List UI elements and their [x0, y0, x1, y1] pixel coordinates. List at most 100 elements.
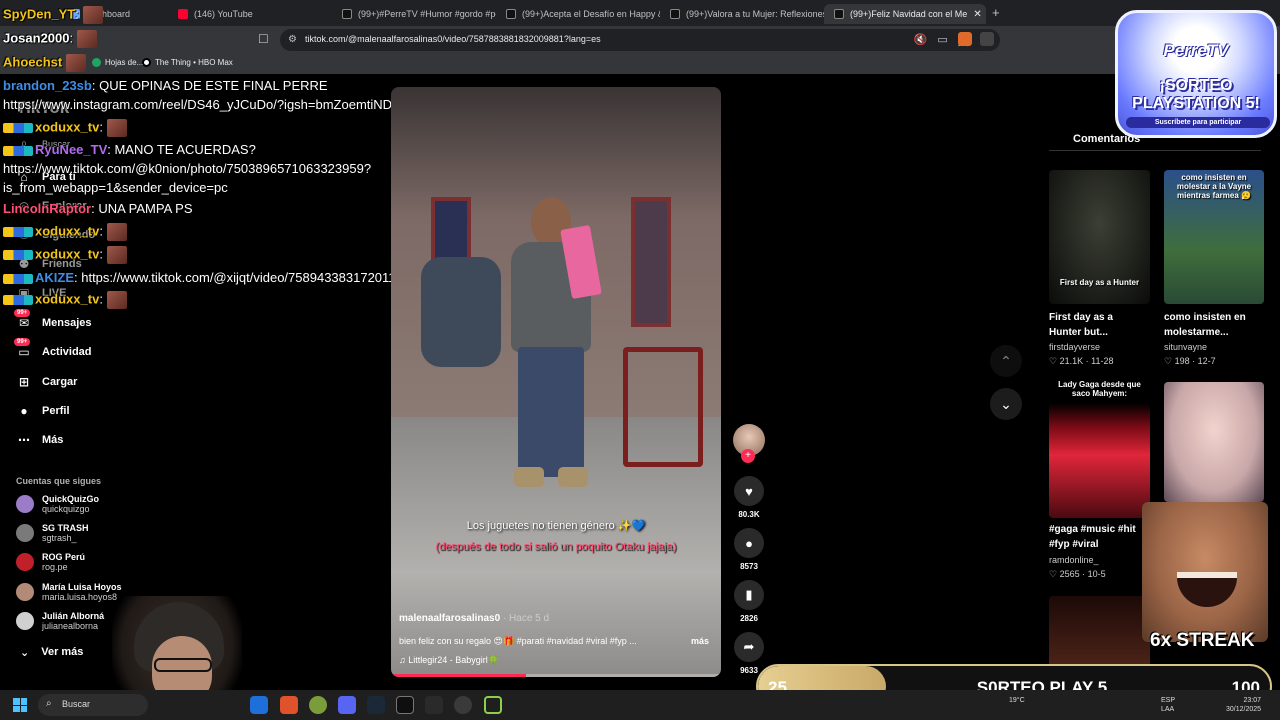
related-video-title[interactable]: como insisten en molestarme...: [1164, 310, 1264, 340]
brave-icon[interactable]: [280, 696, 298, 714]
chat-text: : UNA PAMPA PS: [91, 201, 193, 216]
thumb-overlay-text: como insisten en molestar a la Vayne mie…: [1176, 173, 1252, 200]
like-count: 80.3K: [738, 510, 760, 519]
app-icon[interactable]: [425, 696, 443, 714]
following-account[interactable]: María Luisa Hoyos maria.luisa.hoyos8: [16, 582, 122, 602]
chat-message: xoduxx_tv:: [3, 119, 127, 137]
notification-badge: 99+: [14, 338, 31, 346]
share-button[interactable]: ➦ 9633: [733, 632, 765, 675]
video-player[interactable]: Los juguetes no tienen género ✨💙 (despué…: [391, 87, 721, 677]
related-video-thumb[interactable]: First day as a Hunter: [1049, 170, 1150, 304]
chat-text: :: [75, 6, 79, 22]
related-video-stats: ♡ 2565 · 10-5: [1049, 569, 1106, 579]
see-more-button[interactable]: ⌄ Ver más: [20, 646, 83, 659]
sidebar-item-label: Perfil: [42, 405, 70, 417]
related-video-author[interactable]: ramdonline_: [1049, 555, 1099, 565]
follow-plus-icon[interactable]: +: [741, 449, 755, 463]
site-info-icon[interactable]: ⚙: [288, 34, 297, 45]
sidebar-item-mas[interactable]: ⋯ Más: [16, 433, 63, 447]
ubisoft-icon[interactable]: [396, 696, 414, 714]
video-time-ago: · Hace 5 d: [500, 613, 550, 624]
bookmark-hbo[interactable]: The Thing • HBO Max: [142, 58, 233, 67]
share-icon: ➦: [734, 632, 764, 662]
following-title: Cuentas que sigues: [16, 476, 102, 486]
edge-icon[interactable]: [250, 696, 268, 714]
following-account[interactable]: SG TRASH sgtrash_: [16, 523, 89, 543]
more-button[interactable]: más: [691, 636, 709, 646]
following-account[interactable]: ROG Perú rog.pe: [16, 552, 85, 572]
avatar: [16, 524, 34, 542]
url-text[interactable]: tiktok.com/@malenaalfarosalinas0/video/7…: [305, 34, 601, 44]
account-handle: julianealborna: [42, 621, 99, 631]
comment-count: 8573: [740, 562, 758, 571]
chat-text: https://www.instagram.com/reel/DS46_yJCu…: [3, 97, 441, 112]
bookmark-icon[interactable]: ☐: [258, 32, 269, 46]
screen-icon[interactable]: ▭: [937, 33, 947, 49]
close-tab-icon[interactable]: ✕: [973, 9, 981, 20]
tab-tiktok-active[interactable]: (99+)Feliz Navidad con el Me ✕: [824, 4, 986, 24]
bookmark-sheets[interactable]: Hojas de...: [92, 58, 143, 67]
clock[interactable]: 23:07 30/12/2025: [1226, 696, 1261, 714]
tab-tiktok-3[interactable]: (99+)Valora a tu Mujer: Reflexiones p: [660, 4, 824, 24]
brave-shield-icon[interactable]: [958, 32, 972, 46]
tab-youtube[interactable]: (146) YouTube: [168, 4, 332, 24]
tiktok-icon: [670, 9, 680, 19]
related-video-author[interactable]: firstdayverse: [1049, 342, 1100, 352]
inbox-icon: ▭ 99+: [14, 338, 32, 359]
emote-icon: [76, 30, 97, 48]
previous-video-button[interactable]: ⌃: [990, 345, 1022, 377]
mute-icon[interactable]: 🔇: [914, 33, 928, 49]
tab-tiktok-2[interactable]: (99+)Acepta el Desafío en Happy &: [496, 4, 660, 24]
taskbar-search[interactable]: ⌕ Buscar: [38, 694, 148, 716]
new-tab-icon[interactable]: +: [992, 5, 1000, 20]
play-icon[interactable]: [484, 696, 502, 714]
sidebar-item-perfil[interactable]: ● Perfil: [16, 404, 70, 418]
see-more-label: Ver más: [41, 646, 84, 658]
discord-icon[interactable]: [338, 696, 356, 714]
related-video-author[interactable]: situnvayne: [1164, 342, 1207, 352]
sidebar-item-mensajes[interactable]: ✉ 99+ Mensajes: [14, 309, 92, 330]
chat-badges-icon: [3, 123, 33, 133]
sidebar-item-cargar[interactable]: ⊞ Cargar: [16, 375, 78, 389]
video-progress-bar[interactable]: [391, 674, 721, 677]
save-button[interactable]: ▮ 2826: [733, 580, 765, 623]
xbox-icon[interactable]: [309, 696, 327, 714]
account-name: QuickQuizGo: [42, 494, 100, 504]
related-video-title[interactable]: #gaga #music #hit #fyp #viral: [1049, 522, 1144, 552]
related-video-title[interactable]: First day as a Hunter but...: [1049, 310, 1144, 340]
related-video-thumb[interactable]: como insisten en molestar a la Vayne mie…: [1164, 170, 1264, 304]
related-video-thumb[interactable]: [1164, 382, 1264, 502]
account-name: María Luisa Hoyos: [42, 582, 122, 592]
sidebar-item-label: Actividad: [42, 346, 92, 358]
following-account[interactable]: QuickQuizGo quickquizgo: [16, 494, 99, 514]
sidebar-item-actividad[interactable]: ▭ 99+ Actividad: [14, 338, 92, 359]
chat-text: :: [69, 30, 74, 46]
language-indicator[interactable]: ESP LAA: [1161, 696, 1175, 714]
chat-text: : MANO TE ACUERDAS?: [107, 142, 256, 157]
tab-tiktok-1[interactable]: (99+)#PerreTV #Humor #gordo #pe: [332, 4, 496, 24]
streak-label: 6x STREAK: [1150, 630, 1255, 651]
account-name: ROG Perú: [42, 552, 86, 562]
chat-text: : https://www.tiktok.com/@xijqt/video/75…: [74, 270, 424, 285]
chat-message: Ahoechst: [3, 54, 86, 72]
video-author[interactable]: malenaalfarosalinas0 · Hace 5 d: [399, 613, 549, 624]
rewards-icon[interactable]: [980, 32, 994, 46]
address-bar[interactable]: ⚙ tiktok.com/@malenaalfarosalinas0/video…: [280, 29, 1000, 51]
next-video-button[interactable]: ⌄: [990, 388, 1022, 420]
related-video-thumb[interactable]: Lady Gaga desde que saco Mahyem:: [1049, 378, 1150, 518]
weather-widget[interactable]: 19°C: [1009, 696, 1025, 705]
video-music[interactable]: ♫ Littlegir24 - Babygirl🍀: [399, 655, 499, 666]
like-count: 2565: [1059, 569, 1080, 579]
like-button[interactable]: ♥ 80.3K: [733, 476, 765, 519]
sheets-icon: [92, 58, 101, 67]
windows-start-icon[interactable]: [13, 698, 27, 712]
message-icon: ✉ 99+: [14, 309, 32, 330]
author-name[interactable]: malenaalfarosalinas0: [399, 613, 500, 624]
comment-button[interactable]: ● 8573: [733, 528, 765, 571]
bookmark-icon: ▮: [734, 580, 764, 610]
following-account[interactable]: Julián Alborná julianealborna: [16, 611, 104, 631]
video-scene-door: [631, 197, 671, 327]
obs-icon[interactable]: [454, 696, 472, 714]
steam-icon[interactable]: [367, 696, 385, 714]
profile-icon: ●: [20, 404, 28, 418]
